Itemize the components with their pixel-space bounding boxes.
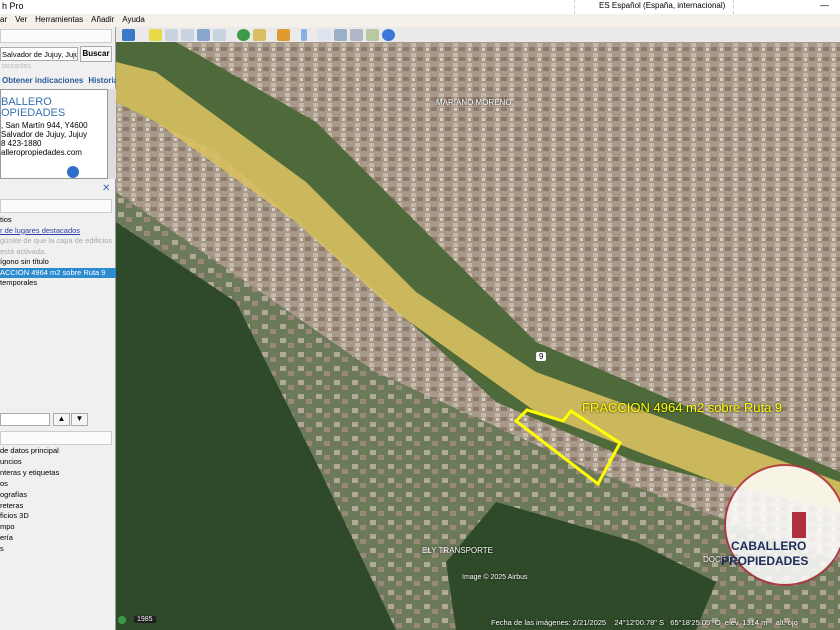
menu-edit[interactable]: ar [0, 14, 7, 27]
globe-icon[interactable] [67, 166, 79, 178]
imagery-credit: Image © 2025 Airbus [462, 574, 528, 581]
layers-header [0, 431, 112, 445]
layer-item[interactable]: nteras y etiquetas [0, 468, 59, 479]
tree-note: está activada. [0, 246, 47, 256]
places-header [0, 199, 112, 213]
business-name-2: OPIEDADES [1, 107, 66, 119]
title-bar: h Pro ES Español (España, internacional)… [0, 0, 840, 14]
business-name: BALLERO [1, 96, 52, 108]
history-icon[interactable] [237, 28, 250, 41]
polygon-label: FRACCION 4964 m2 sobre Ruta 9 [582, 400, 783, 415]
logo-text-1: CABALLERO [731, 539, 807, 553]
menu-help[interactable]: Ayuda [122, 14, 145, 27]
search-header [0, 29, 112, 43]
toolbar [116, 27, 840, 42]
address-line-1: , San Martín 944, Y4600 [1, 121, 88, 130]
earth-icon[interactable] [382, 28, 395, 41]
historical-imagery-year[interactable]: 1985 [134, 616, 156, 623]
placemark-icon[interactable] [149, 28, 162, 41]
window-title: h Pro [2, 1, 24, 11]
neighborhood-label: MARIANO MORENO [436, 98, 512, 107]
minimize-button[interactable]: — [820, 0, 829, 10]
tree-item[interactable]: ígono sin título [0, 257, 116, 268]
status-bar: Fecha de las imágenes: 2/21/2025 24°12'0… [491, 618, 798, 627]
down-arrow-button[interactable]: ▼ [71, 413, 88, 426]
ruler-icon[interactable] [301, 28, 307, 41]
language-indicator[interactable]: ES Español (España, internacional) [574, 0, 734, 14]
layer-item[interactable]: ografías [0, 490, 59, 501]
menu-tools[interactable]: Herramientas [35, 14, 83, 27]
search-links: Obtener indicaciones Historial [2, 76, 120, 85]
search-button[interactable]: Buscar [80, 46, 112, 62]
print-icon[interactable] [334, 28, 347, 41]
places-search-input[interactable] [0, 413, 50, 426]
search-hint: taurantes [2, 63, 32, 70]
layer-item[interactable]: ería [0, 533, 59, 544]
card-scrollbar[interactable] [108, 89, 116, 179]
up-arrow-button[interactable]: ▲ [53, 413, 70, 426]
layer-item[interactable]: uncios [0, 457, 59, 468]
tree-item-selected[interactable]: ACCION 4964 m2 sobre Ruta 9 [0, 267, 116, 278]
phone: 8 423-1880 [1, 139, 42, 148]
website[interactable]: alleropropiedades.com [1, 148, 107, 157]
menu-bar: ar Ver Herramientas Añadir Ayuda [0, 14, 840, 27]
tree-item-link[interactable]: r de lugares destacados [0, 226, 116, 237]
menu-view[interactable]: Ver [15, 14, 27, 27]
maps-icon[interactable] [366, 28, 379, 41]
layer-item[interactable]: ficios 3D [0, 511, 59, 522]
place-label[interactable]: ELY TRANSPORTE [422, 546, 493, 555]
sun-icon[interactable] [253, 28, 266, 41]
result-card: BALLERO OPIEDADES , San Martín 944, Y460… [0, 89, 108, 179]
layer-item[interactable]: mpo [0, 522, 59, 533]
layer-item[interactable]: reteras [0, 501, 59, 512]
overlay-icon[interactable] [197, 28, 210, 41]
sidebar-toggle-icon[interactable] [122, 28, 135, 41]
save-image-icon[interactable] [350, 28, 363, 41]
menu-add[interactable]: Añadir [91, 14, 114, 27]
email-icon[interactable] [318, 28, 331, 41]
logo-text-2: PROPIEDADES [721, 554, 809, 568]
path-icon[interactable] [181, 28, 194, 41]
layer-item[interactable]: s [0, 544, 59, 555]
places-tree: tios r de lugares destacados gúrate de q… [0, 215, 116, 289]
route-shield: 9 [536, 352, 547, 361]
tree-item[interactable]: tios [0, 215, 116, 226]
search-input[interactable]: Salvador de Jujuy, Jujuy [0, 47, 78, 61]
directions-link[interactable]: Obtener indicaciones [2, 76, 83, 85]
polygon-icon[interactable] [165, 28, 178, 41]
close-icon[interactable]: ✕ [102, 183, 110, 194]
tree-note: gúrate de que la capa de edificios [0, 236, 113, 245]
tree-item[interactable]: temporales [0, 278, 116, 289]
address-line-2: Salvador de Jujuy, Jujuy [1, 130, 88, 139]
planets-icon[interactable] [277, 28, 290, 41]
history-icon[interactable] [118, 616, 126, 624]
tour-icon[interactable] [213, 28, 226, 41]
layers-list: de datos principal uncios nteras y etiqu… [0, 446, 59, 555]
logo-building [792, 512, 806, 538]
layer-item[interactable]: os [0, 479, 59, 490]
layer-item[interactable]: de datos principal [0, 446, 59, 457]
map-view[interactable]: FRACCION 4964 m2 sobre Ruta 9 MARIANO MO… [116, 42, 840, 630]
